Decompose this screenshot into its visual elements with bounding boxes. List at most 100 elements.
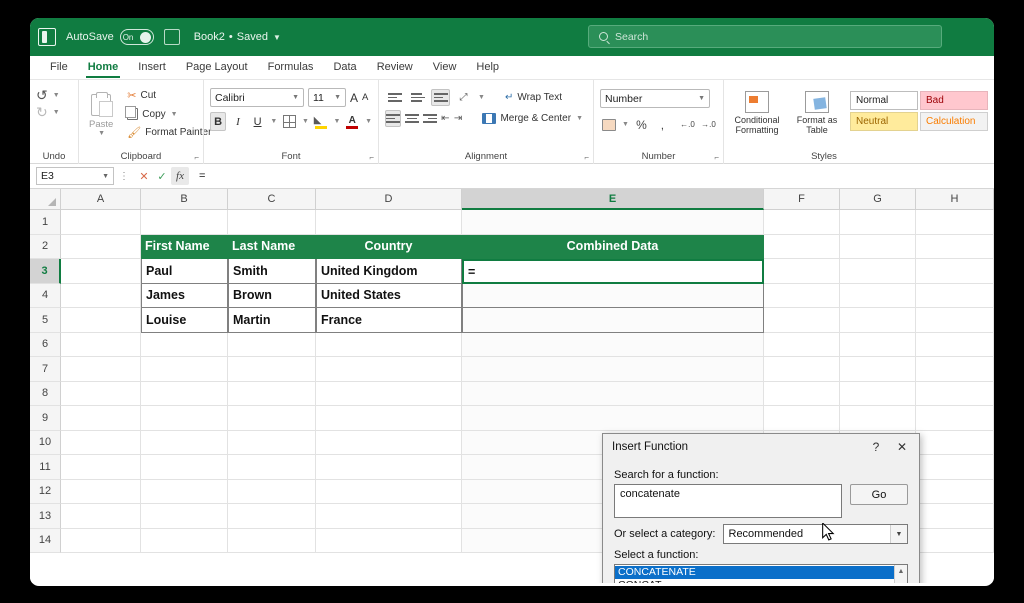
tab-formulas[interactable]: Formulas: [258, 58, 324, 77]
align-middle-button[interactable]: [408, 89, 427, 106]
tab-help[interactable]: Help: [466, 58, 509, 77]
cell-b2[interactable]: First Name: [141, 234, 228, 259]
function-list[interactable]: CONCATENATE CONCAT TEXTJOIN ▲ ▼: [614, 564, 908, 583]
cell-a3[interactable]: [61, 259, 141, 284]
cell-a9[interactable]: [61, 406, 141, 431]
row-header-3[interactable]: 3: [30, 259, 61, 284]
wrap-text-button[interactable]: ↵ Wrap Text: [501, 90, 566, 105]
cell-h12[interactable]: [916, 479, 994, 504]
cell-g6[interactable]: [840, 332, 916, 357]
cell-a10[interactable]: [61, 430, 141, 455]
help-question-icon[interactable]: ?: [863, 436, 889, 458]
cell-c10[interactable]: [228, 430, 316, 455]
merge-center-button[interactable]: Merge & Center ▼: [478, 111, 587, 126]
cell-c1[interactable]: [228, 210, 316, 235]
select-all-corner[interactable]: [30, 189, 61, 210]
cell-d7[interactable]: [316, 357, 462, 382]
fill-color-dropdown-icon[interactable]: ▼: [334, 118, 341, 125]
cell-d4[interactable]: United States: [316, 283, 462, 308]
comma-style-button[interactable]: ,: [654, 115, 671, 134]
row-header-5[interactable]: 5: [30, 308, 61, 333]
cell-c4[interactable]: Brown: [228, 283, 316, 308]
dialog-launcher-icon[interactable]: ⌐: [714, 153, 719, 162]
cell-b11[interactable]: [141, 455, 228, 480]
cell-style-normal[interactable]: Normal: [850, 91, 918, 110]
dialog-launcher-icon[interactable]: ⌐: [194, 153, 199, 162]
cell-b8[interactable]: [141, 381, 228, 406]
increase-font-size-button[interactable]: A: [350, 91, 358, 105]
cell-f3[interactable]: [764, 259, 840, 284]
cell-d10[interactable]: [316, 430, 462, 455]
cell-f4[interactable]: [764, 283, 840, 308]
cell-b3[interactable]: Paul: [141, 259, 228, 284]
row-header-8[interactable]: 8: [30, 381, 61, 406]
cell-f9[interactable]: [764, 406, 840, 431]
cell-e5[interactable]: [462, 308, 764, 333]
cell-b6[interactable]: [141, 332, 228, 357]
cell-g4[interactable]: [840, 283, 916, 308]
row-header-6[interactable]: 6: [30, 332, 61, 357]
column-header-d[interactable]: D: [316, 189, 462, 210]
cell-d8[interactable]: [316, 381, 462, 406]
cell-h2[interactable]: [916, 234, 994, 259]
copy-button[interactable]: Copy ▼: [123, 106, 215, 122]
cell-g5[interactable]: [840, 308, 916, 333]
paste-dropdown-icon[interactable]: ▼: [98, 130, 105, 137]
row-header-4[interactable]: 4: [30, 283, 61, 308]
cell-g3[interactable]: [840, 259, 916, 284]
align-top-button[interactable]: [385, 89, 404, 106]
cell-style-neutral[interactable]: Neutral: [850, 112, 918, 131]
paste-button[interactable]: Paste ▼: [85, 90, 117, 141]
format-as-table-button[interactable]: Format as Table: [792, 89, 842, 137]
cell-b4[interactable]: James: [141, 283, 228, 308]
row-header-7[interactable]: 7: [30, 357, 61, 382]
cell-g1[interactable]: [840, 210, 916, 235]
cell-b12[interactable]: [141, 479, 228, 504]
cell-h13[interactable]: [916, 504, 994, 529]
cell-style-calculation[interactable]: Calculation: [920, 112, 988, 131]
cell-g2[interactable]: [840, 234, 916, 259]
cell-h7[interactable]: [916, 357, 994, 382]
column-header-h[interactable]: H: [916, 189, 994, 210]
row-header-9[interactable]: 9: [30, 406, 61, 431]
cell-f7[interactable]: [764, 357, 840, 382]
cell-c14[interactable]: [228, 528, 316, 553]
cell-h5[interactable]: [916, 308, 994, 333]
cell-b7[interactable]: [141, 357, 228, 382]
cell-h4[interactable]: [916, 283, 994, 308]
cell-h11[interactable]: [916, 455, 994, 480]
cell-g9[interactable]: [840, 406, 916, 431]
cell-e1[interactable]: [462, 210, 764, 235]
redo-dropdown-icon[interactable]: ▼: [53, 109, 60, 116]
cell-a1[interactable]: [61, 210, 141, 235]
format-painter-button[interactable]: 🖌 Format Painter: [123, 124, 215, 141]
tab-data[interactable]: Data: [323, 58, 366, 77]
font-color-dropdown-icon[interactable]: ▼: [365, 118, 372, 125]
accounting-dropdown-icon[interactable]: ▼: [622, 121, 629, 128]
font-name-input[interactable]: Calibri ▼: [210, 88, 304, 107]
italic-button[interactable]: I: [230, 112, 246, 131]
cell-f2[interactable]: [764, 234, 840, 259]
cell-a12[interactable]: [61, 479, 141, 504]
align-bottom-button[interactable]: [431, 89, 450, 106]
cell-c13[interactable]: [228, 504, 316, 529]
cut-button[interactable]: ✂ Cut: [123, 87, 215, 104]
more-options-icon[interactable]: ⋮: [119, 171, 129, 182]
cell-c5[interactable]: Martin: [228, 308, 316, 333]
decrease-font-size-button[interactable]: A: [362, 92, 368, 103]
cell-e6[interactable]: [462, 332, 764, 357]
cell-h8[interactable]: [916, 381, 994, 406]
number-format-select[interactable]: Number ▼: [600, 89, 710, 108]
cell-c12[interactable]: [228, 479, 316, 504]
cell-f6[interactable]: [764, 332, 840, 357]
cell-d9[interactable]: [316, 406, 462, 431]
cell-f5[interactable]: [764, 308, 840, 333]
cell-a6[interactable]: [61, 332, 141, 357]
accounting-format-button[interactable]: [600, 115, 617, 134]
active-cell-e3[interactable]: =: [462, 259, 764, 284]
font-color-button[interactable]: A: [344, 112, 360, 131]
category-select[interactable]: Recommended ▼: [722, 524, 908, 544]
undo-arrow-icon[interactable]: ↺: [36, 88, 48, 102]
tab-insert[interactable]: Insert: [128, 58, 176, 77]
row-header-10[interactable]: 10: [30, 430, 61, 455]
